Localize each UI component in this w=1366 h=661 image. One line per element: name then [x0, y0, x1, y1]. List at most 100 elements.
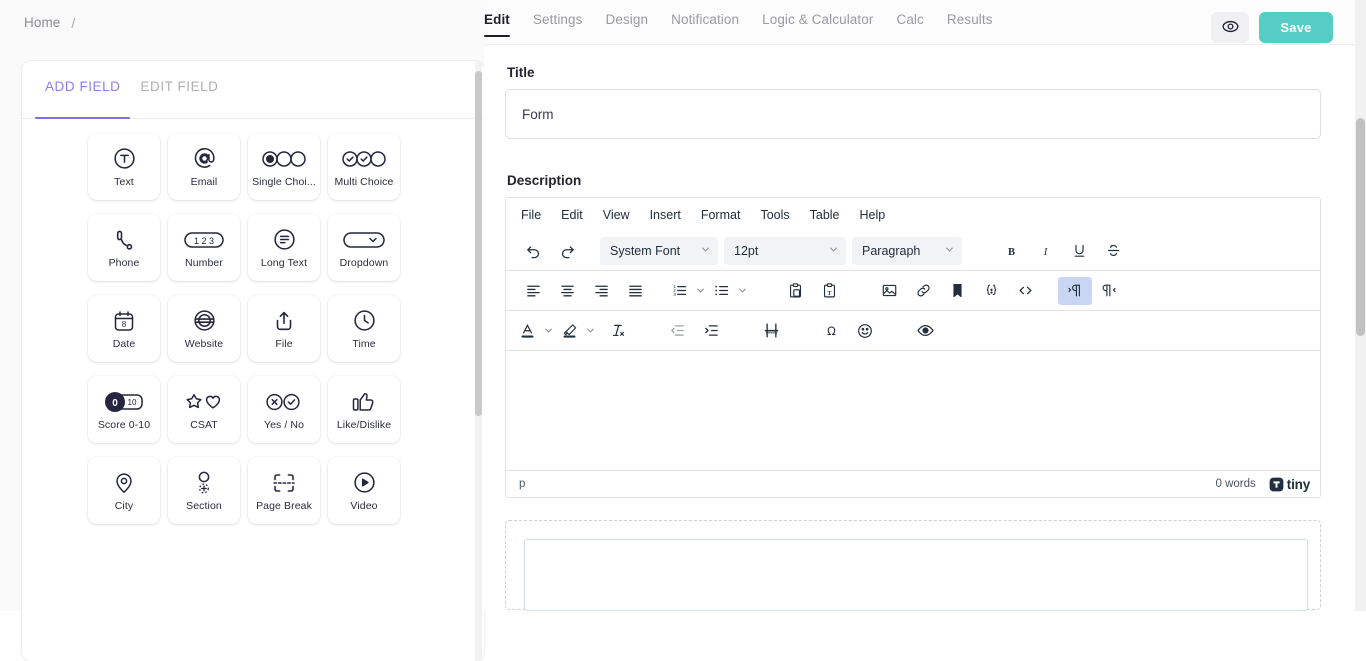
align-justify-icon[interactable] — [618, 277, 652, 305]
tab-design[interactable]: Design — [606, 12, 649, 37]
paste-as-text-icon[interactable]: T — [812, 277, 846, 305]
tab-logic-calculator[interactable]: Logic & Calculator — [762, 12, 873, 37]
field-card-like-dislike[interactable]: Like/Dislike — [328, 376, 400, 443]
field-card-website[interactable]: Website — [168, 295, 240, 362]
menu-insert[interactable]: Insert — [641, 205, 690, 225]
tab-calc[interactable]: Calc — [896, 12, 923, 37]
field-label: Multi Choice — [335, 176, 394, 188]
emoticon-icon[interactable] — [848, 317, 882, 345]
text-color-caret-icon[interactable] — [538, 317, 558, 345]
block-format-select[interactable]: Paragraph — [852, 237, 962, 265]
font-size-value: 12pt — [734, 244, 758, 258]
undo-icon[interactable] — [516, 237, 550, 265]
dropzone-field-placeholder[interactable] — [524, 539, 1308, 611]
bullet-list-caret-icon[interactable] — [732, 277, 752, 305]
underline-icon[interactable] — [1062, 237, 1096, 265]
menu-format[interactable]: Format — [692, 205, 750, 225]
ltr-icon[interactable] — [1058, 277, 1092, 305]
highlight-color-icon[interactable] — [558, 317, 580, 345]
menu-file[interactable]: File — [512, 205, 550, 225]
bullet-list-icon[interactable] — [710, 277, 732, 305]
source-code-icon[interactable] — [1008, 277, 1042, 305]
indent-icon[interactable] — [694, 317, 728, 345]
rtl-icon[interactable] — [1092, 277, 1126, 305]
field-card-text[interactable]: Text — [88, 133, 160, 200]
word-count[interactable]: 0 words — [1216, 478, 1256, 490]
tinymce-brand[interactable]: tiny — [1269, 477, 1310, 492]
font-size-select[interactable]: 12pt — [724, 237, 846, 265]
insert-link-icon[interactable] — [906, 277, 940, 305]
special-character-icon[interactable]: Ω — [814, 317, 848, 345]
insert-image-icon[interactable] — [872, 277, 906, 305]
page-break-icon — [271, 470, 297, 496]
checkbox-group-icon — [342, 146, 386, 172]
menu-table[interactable]: Table — [801, 205, 849, 225]
location-pin-icon — [112, 470, 136, 496]
field-card-dropdown[interactable]: Dropdown — [328, 214, 400, 281]
field-label: Text — [114, 176, 134, 188]
field-card-date[interactable]: 8 Date — [88, 295, 160, 362]
page-break-editor-icon[interactable] — [754, 317, 788, 345]
field-card-single-choice[interactable]: Single Choi... — [248, 133, 320, 200]
field-card-city[interactable]: City — [88, 457, 160, 524]
editor-content-area[interactable] — [506, 351, 1320, 470]
align-left-icon[interactable] — [516, 277, 550, 305]
preview-button[interactable] — [1211, 12, 1249, 43]
element-path[interactable]: p — [519, 478, 526, 490]
field-card-long-text[interactable]: Long Text — [248, 214, 320, 281]
field-label: Long Text — [261, 257, 307, 269]
text-color-icon[interactable] — [516, 317, 538, 345]
menu-view[interactable]: View — [594, 205, 639, 225]
field-card-phone[interactable]: Phone — [88, 214, 160, 281]
tab-edit[interactable]: Edit — [484, 12, 510, 37]
font-family-value: System Font — [610, 244, 680, 258]
merge-tag-icon[interactable] — [974, 277, 1008, 305]
field-card-time[interactable]: Time — [328, 295, 400, 362]
menu-edit[interactable]: Edit — [552, 205, 592, 225]
strikethrough-icon[interactable] — [1096, 237, 1130, 265]
field-dropzone[interactable] — [505, 520, 1321, 610]
menu-help[interactable]: Help — [851, 205, 895, 225]
page-scrollbar-thumb[interactable] — [1356, 118, 1365, 336]
align-right-icon[interactable] — [584, 277, 618, 305]
clear-formatting-icon[interactable] — [600, 317, 634, 345]
outdent-icon[interactable] — [660, 317, 694, 345]
bookmark-icon[interactable] — [940, 277, 974, 305]
field-card-section[interactable]: Section — [168, 457, 240, 524]
score-slider-icon: 10 0 — [102, 389, 146, 415]
tab-results[interactable]: Results — [947, 12, 993, 37]
preview-eye-icon[interactable] — [908, 317, 942, 345]
align-center-icon[interactable] — [550, 277, 584, 305]
yes-no-icon — [265, 389, 303, 415]
field-card-number[interactable]: 1 2 3 Number — [168, 214, 240, 281]
highlight-color-caret-icon[interactable] — [580, 317, 600, 345]
tab-notification[interactable]: Notification — [671, 12, 739, 37]
breadcrumb-home[interactable]: Home — [24, 15, 60, 30]
field-card-file[interactable]: File — [248, 295, 320, 362]
paste-icon[interactable] — [778, 277, 812, 305]
tab-settings[interactable]: Settings — [533, 12, 583, 37]
field-card-yes-no[interactable]: Yes / No — [248, 376, 320, 443]
field-label: Section — [186, 500, 222, 512]
field-label: Like/Dislike — [337, 419, 391, 431]
sidebar-tab-edit-field[interactable]: EDIT FIELD — [130, 79, 228, 118]
font-family-select[interactable]: System Font — [600, 237, 718, 265]
menu-tools[interactable]: Tools — [751, 205, 798, 225]
title-input[interactable] — [505, 89, 1321, 139]
field-card-email[interactable]: Email — [168, 133, 240, 200]
chevron-down-icon — [828, 244, 839, 258]
field-card-video[interactable]: Video — [328, 457, 400, 524]
save-button[interactable]: Save — [1259, 12, 1333, 43]
field-card-page-break[interactable]: Page Break — [248, 457, 320, 524]
field-card-multi-choice[interactable]: Multi Choice — [328, 133, 400, 200]
field-card-score-0-10[interactable]: 10 0 Score 0-10 — [88, 376, 160, 443]
redo-icon[interactable] — [550, 237, 584, 265]
field-card-csat[interactable]: CSAT — [168, 376, 240, 443]
sidebar-scrollbar-thumb[interactable] — [475, 71, 482, 416]
bold-icon[interactable]: B — [994, 237, 1028, 265]
sidebar-tab-add-field[interactable]: ADD FIELD — [35, 79, 130, 118]
numbered-list-caret-icon[interactable] — [690, 277, 710, 305]
italic-icon[interactable]: I — [1028, 237, 1062, 265]
svg-text:8: 8 — [122, 320, 127, 329]
numbered-list-icon[interactable]: 123 — [668, 277, 690, 305]
